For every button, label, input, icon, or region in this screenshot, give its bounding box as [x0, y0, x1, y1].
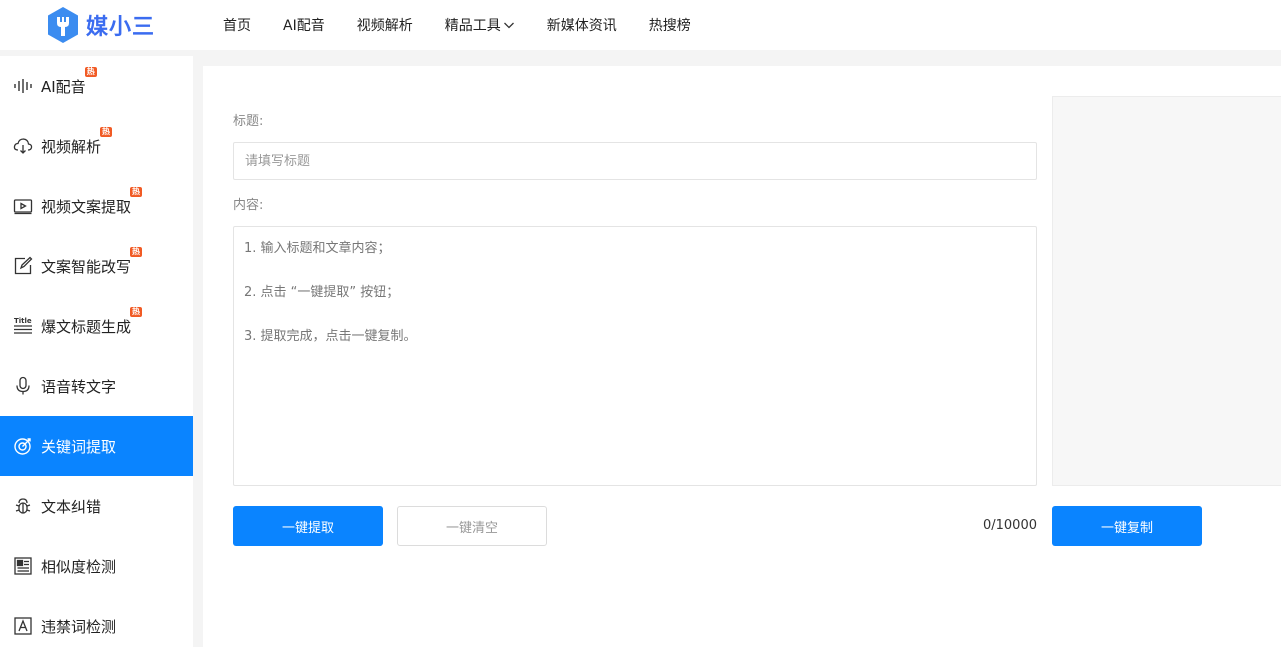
title-label: 标题: — [233, 114, 264, 129]
sidebar-item-label: 违禁词检测 — [41, 617, 117, 636]
nav-video-parse[interactable]: 视频解析 — [357, 15, 413, 35]
instruction-line: 3. 提取完成，点击一键复制。 — [244, 329, 417, 344]
video-play-icon — [13, 196, 33, 216]
title-icon: Title — [13, 316, 33, 336]
content-label: 内容: — [233, 198, 264, 213]
logo-icon — [46, 6, 80, 44]
top-navigation-bar: 媒小三 首页 AI配音 视频解析 精品工具 新媒体资讯 热搜榜 — [0, 0, 1281, 50]
sidebar-item-label: 爆文标题生成热 — [41, 306, 143, 336]
sidebar-item-forbidden-word-check[interactable]: 违禁词检测 — [0, 596, 193, 647]
sidebar-item-label: 文本纠错 — [41, 497, 102, 516]
sidebar-item-text-correction[interactable]: 文本纠错 — [0, 476, 193, 536]
nav-premium-tools[interactable]: 精品工具 — [445, 15, 515, 35]
document-compare-icon — [13, 556, 33, 576]
sidebar-item-label: 文案智能改写热 — [41, 246, 143, 276]
hot-badge: 热 — [100, 126, 113, 137]
copy-button[interactable]: 一键复制 — [1052, 506, 1202, 546]
sidebar: AI配音热 视频解析热 视频文案提取热 文案智能改写热 Title 爆文标题生成… — [0, 56, 193, 647]
hot-badge: 热 — [84, 66, 97, 77]
sidebar-item-speech-to-text[interactable]: 语音转文字 — [0, 356, 193, 416]
instruction-line: 2. 点击 “一键提取” 按钮； — [244, 285, 400, 300]
nav-hot-search[interactable]: 热搜榜 — [649, 15, 691, 35]
sidebar-item-video-script-extract[interactable]: 视频文案提取热 — [0, 176, 193, 236]
main-nav: 首页 AI配音 视频解析 精品工具 新媒体资讯 热搜榜 — [223, 0, 723, 50]
sidebar-item-label: 语音转文字 — [41, 377, 117, 396]
sidebar-item-label: 相似度检测 — [41, 557, 117, 576]
sidebar-item-smart-rewrite[interactable]: 文案智能改写热 — [0, 236, 193, 296]
bug-icon — [13, 496, 33, 516]
sidebar-item-label: 视频解析热 — [41, 126, 113, 156]
nav-home[interactable]: 首页 — [223, 15, 251, 35]
sidebar-item-ai-dubbing[interactable]: AI配音热 — [0, 56, 193, 116]
hot-badge: 热 — [130, 186, 143, 197]
forbidden-text-icon — [13, 616, 33, 636]
target-icon — [13, 436, 33, 456]
content-textarea[interactable]: 1. 输入标题和文章内容； 2. 点击 “一键提取” 按钮； 3. 提取完成，点… — [233, 226, 1037, 486]
microphone-icon — [13, 376, 33, 396]
sidebar-item-label: 视频文案提取热 — [41, 186, 143, 216]
nav-media-news[interactable]: 新媒体资讯 — [547, 15, 617, 35]
logo-text: 媒小三 — [86, 14, 156, 40]
edit-icon — [13, 256, 33, 276]
sidebar-item-video-parse[interactable]: 视频解析热 — [0, 116, 193, 176]
nav-premium-tools-label: 精品工具 — [444, 18, 501, 34]
nav-ai-dubbing[interactable]: AI配音 — [283, 15, 325, 35]
chevron-down-icon — [503, 19, 515, 31]
instruction-line: 1. 输入标题和文章内容； — [244, 241, 391, 256]
sidebar-item-keyword-extract[interactable]: 关键词提取 — [0, 416, 193, 476]
hot-badge: 热 — [130, 306, 143, 317]
extract-button[interactable]: 一键提取 — [233, 506, 383, 546]
hot-badge: 热 — [130, 246, 143, 257]
clear-button[interactable]: 一键清空 — [397, 506, 547, 546]
main-content: 标题: 内容: 1. 输入标题和文章内容； 2. 点击 “一键提取” 按钮； 3… — [203, 66, 1281, 647]
sidebar-item-label: 关键词提取 — [41, 437, 117, 456]
character-counter: 0/10000 — [982, 518, 1037, 533]
cloud-download-icon — [13, 136, 33, 156]
waveform-icon — [13, 76, 33, 96]
sidebar-item-label: AI配音热 — [41, 66, 97, 96]
sidebar-item-title-generator[interactable]: Title 爆文标题生成热 — [0, 296, 193, 356]
logo[interactable]: 媒小三 — [46, 6, 155, 44]
svg-text:Title: Title — [14, 317, 32, 325]
sidebar-item-similarity-check[interactable]: 相似度检测 — [0, 536, 193, 596]
result-panel — [1052, 96, 1281, 486]
title-input[interactable] — [233, 142, 1037, 180]
